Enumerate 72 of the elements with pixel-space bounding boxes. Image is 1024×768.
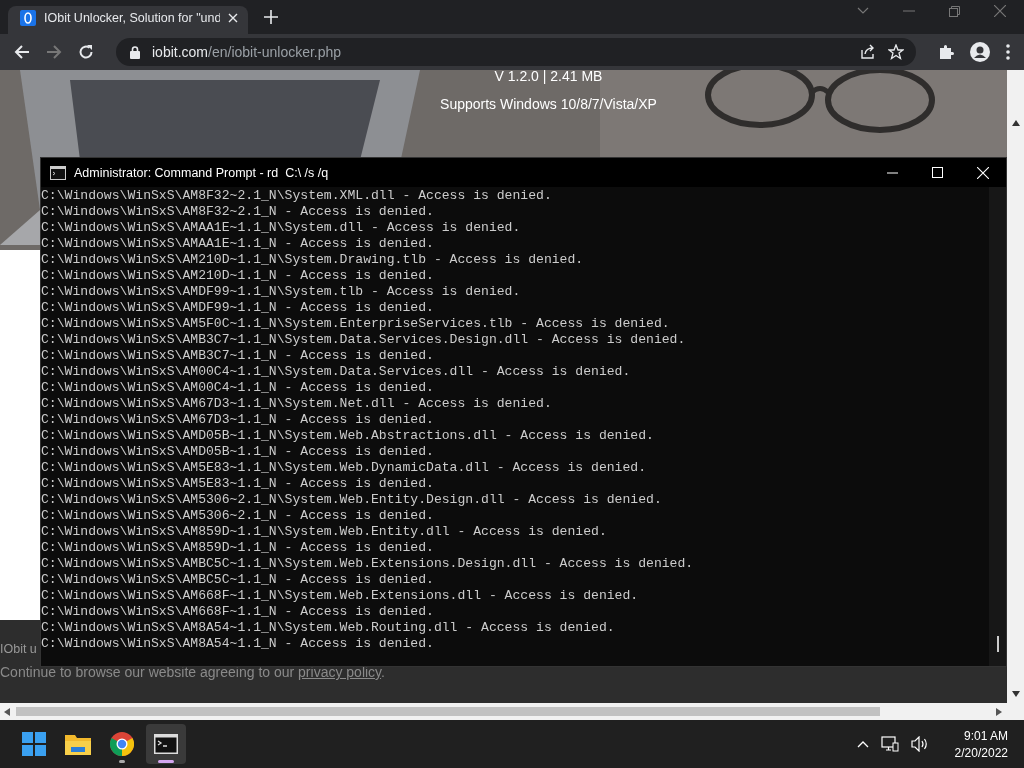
console-line: C:\Windows\WinSxS\AMB3C7~1.1_N - Access is denied. [41, 348, 435, 364]
chevron-down-icon[interactable] [857, 7, 869, 15]
console-line: C:\Windows\WinSxS\AM00C4~1.1_N - Access is denied. [41, 380, 435, 396]
console-line: C:\Windows\WinSxS\AM8F32~2.1_N - Access is denied. [41, 204, 435, 220]
vertical-scrollbar[interactable] [1007, 70, 1024, 703]
console-line: C:\Windows\WinSxS\AMBC5C~1.1_N\System.Web.Extensions.Design.dll - Access is denied. [41, 556, 695, 572]
console-line: C:\Windows\WinSxS\AMDF99~1.1_N - Access is denied. [41, 300, 435, 316]
cookie-text: Continue to browse our website agreeing to our privacy policy. [0, 664, 386, 680]
folder-icon [65, 733, 91, 755]
scroll-up-icon[interactable] [1011, 120, 1020, 126]
restore-icon[interactable] [949, 5, 960, 17]
time-text: 9:01 AM [963, 728, 1008, 743]
console-line: C:\Windows\WinSxS\AMD05B~1.1_N\System.Web.Abstractions.dll - Access is denied. [41, 428, 655, 444]
console-line: C:\Windows\WinSxS\AM859D~1.1_N\System.Web.Entity.dll - Access is denied. [41, 524, 608, 540]
console-line: C:\Windows\WinSxS\AM5E83~1.1_N - Access is denied. [41, 476, 435, 492]
back-icon[interactable] [14, 44, 30, 60]
cookie-title: IObit u [0, 642, 37, 656]
date-text: 2/20/2022 [954, 745, 1008, 760]
new-tab-icon[interactable] [264, 10, 278, 24]
terminal-icon [154, 734, 178, 754]
scrollbar-thumb[interactable] [996, 636, 999, 652]
taskbar-app[interactable] [146, 724, 186, 764]
console-line: C:\Windows\WinSxS\AM668F~1.1_N\System.Web.Extensions.dll - Access is denied. [41, 588, 640, 604]
reload-icon[interactable] [78, 44, 94, 60]
console-line: C:\Windows\WinSxS\AM5306~2.1_N - Access is denied. [41, 508, 435, 524]
privacy-policy-link[interactable]: privacy policy [298, 664, 382, 680]
console-line: C:\Windows\WinSxS\AMDF99~1.1_N\System.tlb - Access is denied. [41, 284, 522, 300]
console-line: C:\Windows\WinSxS\AM67D3~1.1_N\System.Net.dll - Access is denied. [41, 396, 553, 412]
lock-icon [130, 45, 140, 59]
console-line: C:\Windows\WinSxS\AM67D3~1.1_N - Access is denied. [41, 412, 435, 428]
window-title: Administrator: Command Prompt - rd C:\ /s /q [74, 165, 329, 180]
windows-logo-icon [22, 732, 46, 756]
console-line: C:\Windows\WinSxS\AM8A54~1.1_N - Access is denied. [41, 636, 435, 652]
console-line: C:\Windows\WinSxS\AM5F0C~1.1_N\System.EnterpriseServices.tlb - Access is denied. [41, 316, 671, 332]
maximize-icon[interactable] [932, 167, 943, 178]
address-bar[interactable]: iobit.com/en/iobit-unlocker.php [116, 38, 916, 66]
console-scrollbar[interactable] [989, 187, 1006, 666]
console-line: C:\Windows\WinSxS\AM210D~1.1_N\System.Drawing.tlb - Access is denied. [41, 252, 585, 268]
favicon-icon [20, 10, 36, 26]
console-line: C:\Windows\WinSxS\AMD05B~1.1_N - Access is denied. [41, 444, 435, 460]
version-text: V 1.2.0 | 2.41 MB [494, 70, 603, 84]
share-icon[interactable] [860, 44, 876, 60]
network-icon[interactable] [880, 736, 899, 752]
console-line: C:\Windows\WinSxS\AMAA1E~1.1_N\System.dll - Access is denied. [41, 220, 522, 236]
console-line: C:\Windows\WinSxS\AMBC5C~1.1_N - Access is denied. [41, 572, 435, 588]
console-line: C:\Windows\WinSxS\AMB3C7~1.1_N\System.Data.Services.Design.dll - Access is denied. [41, 332, 687, 348]
clock[interactable]: 9:01 AM 2/20/2022 [950, 726, 1012, 762]
browser-tab[interactable]: IObit Unlocker, Solution for "und [8, 6, 248, 34]
puzzle-piece-icon[interactable] [938, 44, 954, 60]
console-line: C:\Windows\WinSxS\AM668F~1.1_N - Access is denied. [41, 604, 435, 620]
console-line: C:\Windows\WinSxS\AM8A54~1.1_N\System.Web.Routing.dll - Access is denied. [41, 620, 616, 636]
scrollbar-thumb[interactable] [16, 707, 880, 716]
scroll-down-icon[interactable] [1011, 691, 1020, 697]
menu-icon[interactable] [1006, 44, 1010, 60]
scroll-right-icon[interactable] [996, 707, 1002, 716]
star-icon[interactable] [888, 44, 904, 60]
console-icon [50, 165, 66, 180]
console-line: C:\Windows\WinSxS\AM210D~1.1_N - Access is denied. [41, 268, 435, 284]
console-line: C:\Windows\WinSxS\AM8F32~2.1_N\System.XML.dll - Access is denied. [41, 188, 553, 204]
console-line: C:\Windows\WinSxS\AM00C4~1.1_N\System.Data.Services.dll - Access is denied. [41, 364, 632, 380]
scroll-left-icon[interactable] [4, 707, 10, 716]
supports-text: Supports Windows 10/8/7/Vista/XP [440, 96, 657, 112]
volume-icon[interactable] [910, 736, 929, 752]
console-line: C:\Windows\WinSxS\AM859D~1.1_N - Access is denied. [41, 540, 435, 556]
browser-logo-icon [110, 732, 134, 756]
console-line: C:\Windows\WinSxS\AM5306~2.1_N\System.Web.Entity.Design.dll - Access is denied. [41, 492, 663, 508]
console-line: C:\Windows\WinSxS\AM5E83~1.1_N\System.Web.DynamicData.dll - Access is denied. [41, 460, 648, 476]
console-line: C:\Windows\WinSxS\AMAA1E~1.1_N - Access is denied. [41, 236, 435, 252]
chevron-up-icon[interactable] [856, 740, 869, 748]
profile-icon[interactable] [970, 42, 990, 62]
horizontal-scrollbar[interactable] [0, 703, 1024, 720]
forward-icon[interactable] [46, 44, 62, 60]
